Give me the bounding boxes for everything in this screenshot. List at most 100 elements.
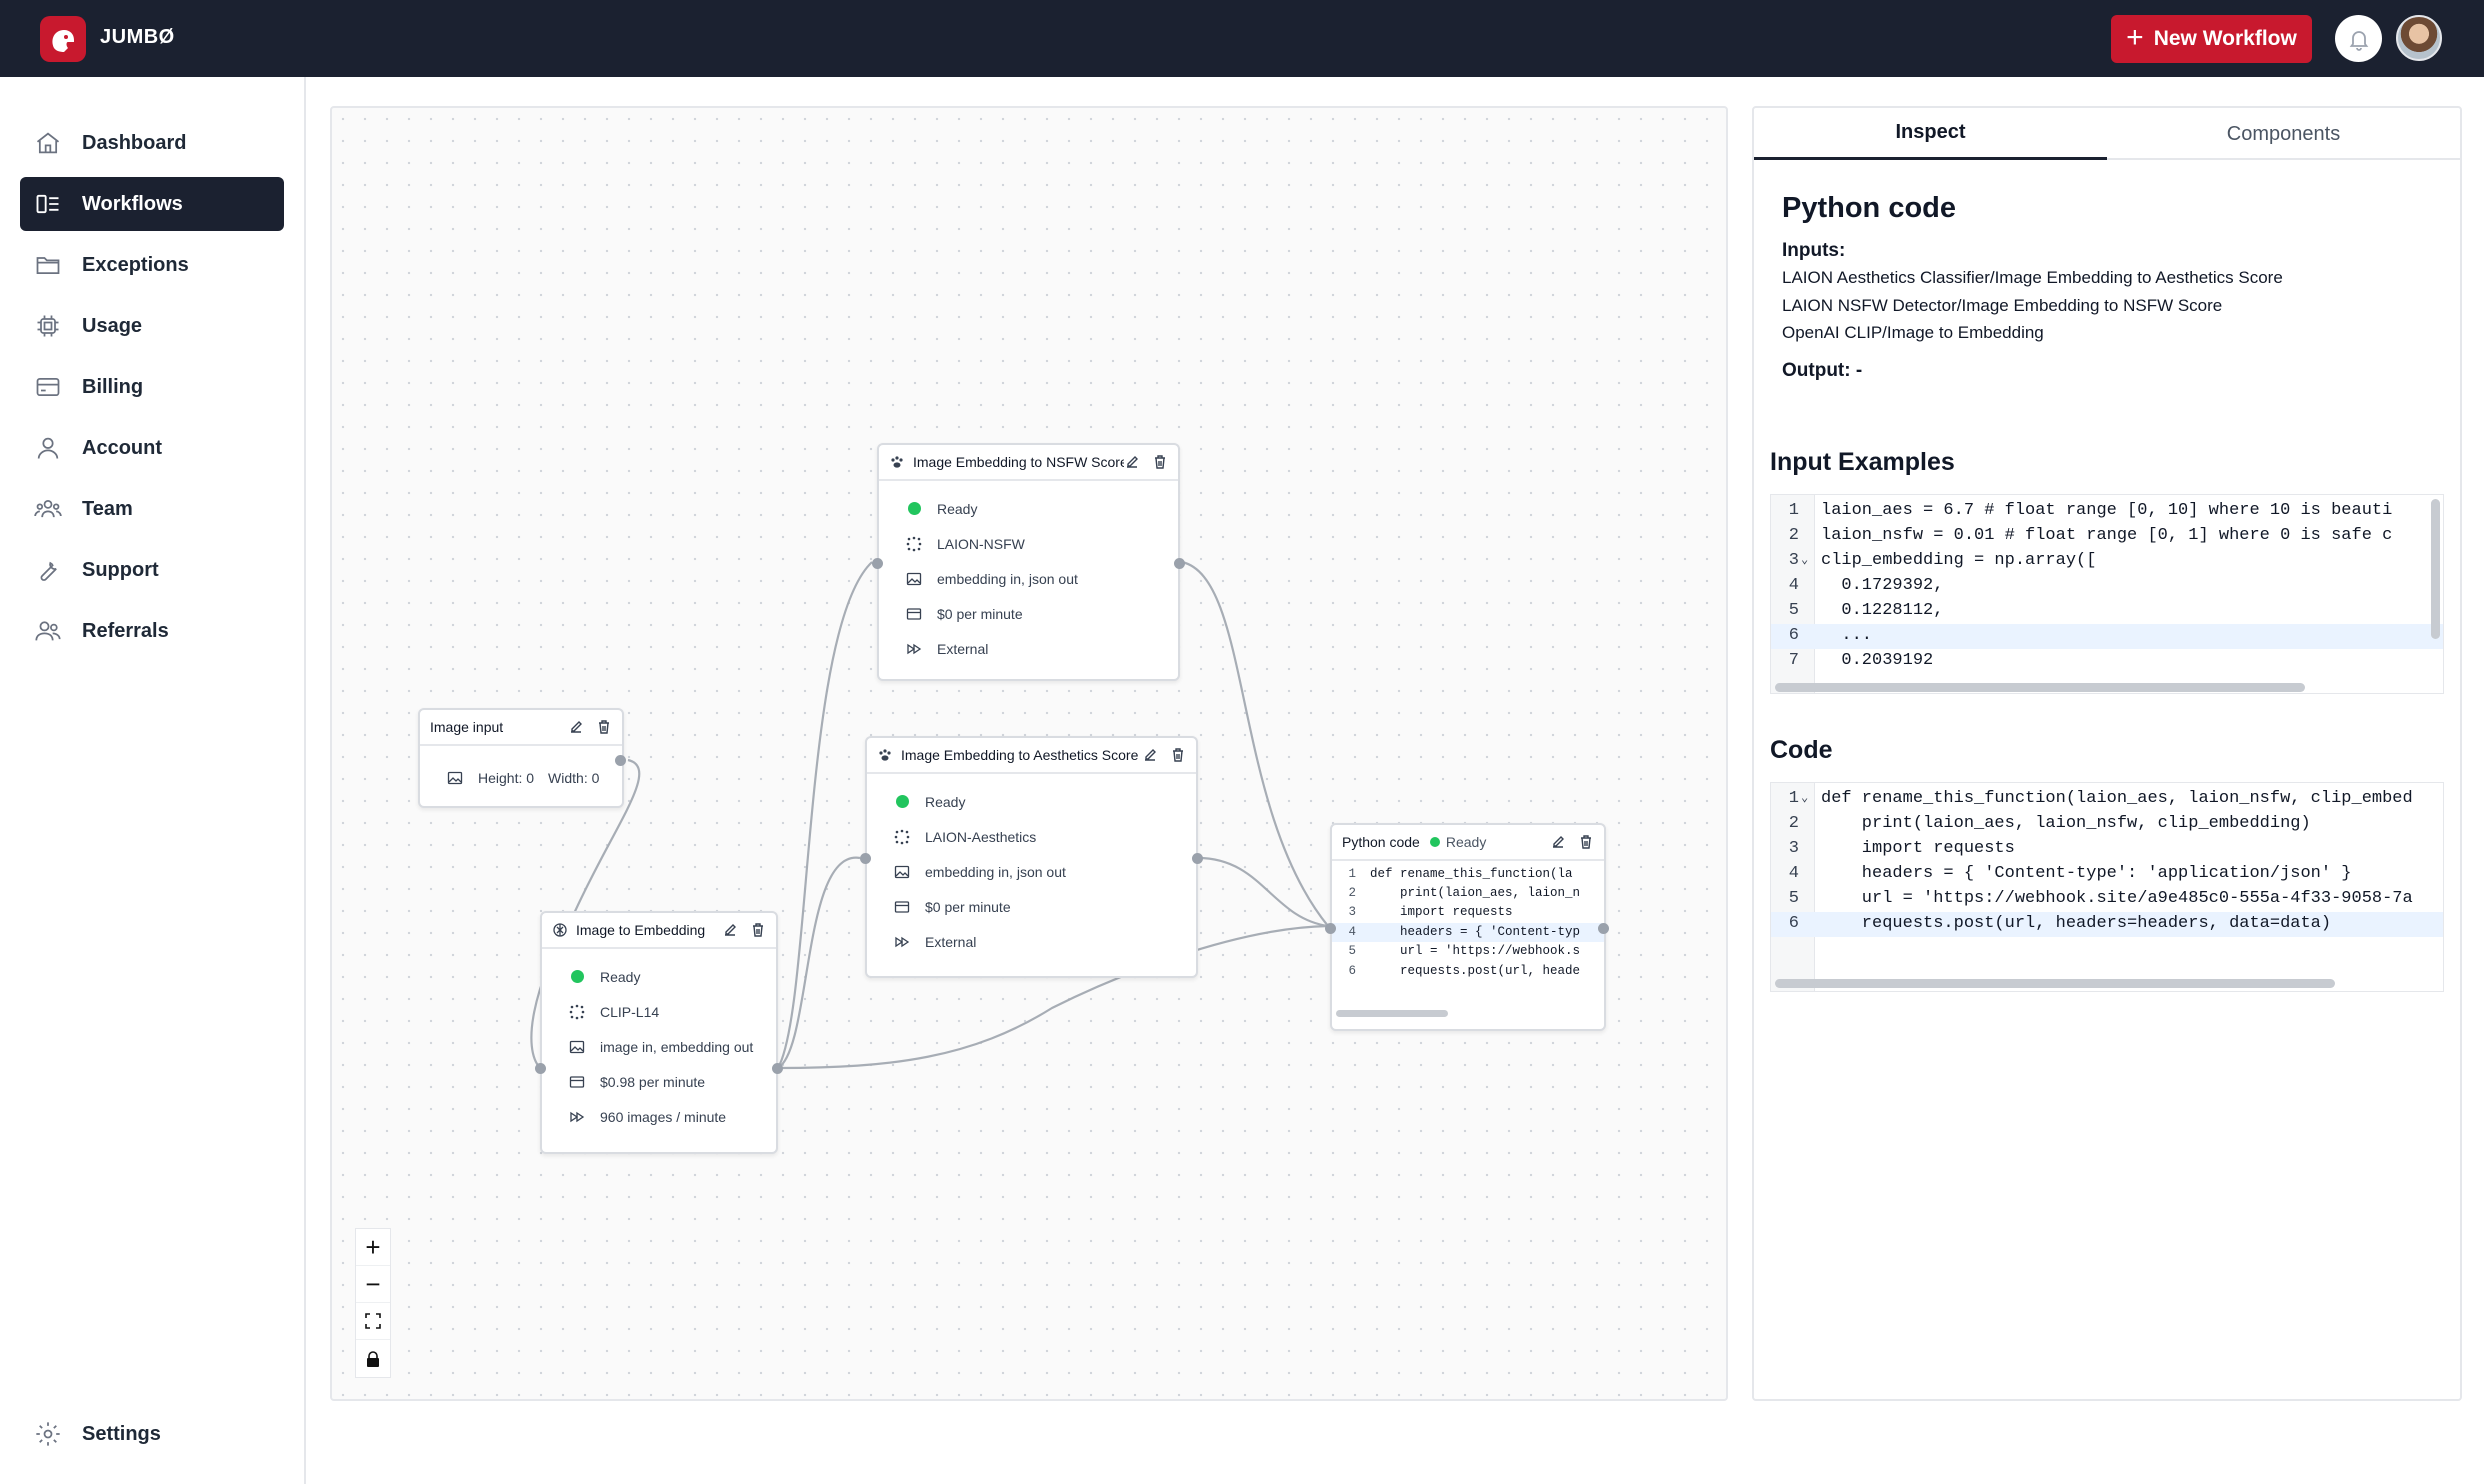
sidebar-item-settings[interactable]: Settings (20, 1407, 284, 1461)
tab-components[interactable]: Components (2107, 108, 2460, 160)
output-handle[interactable] (615, 755, 626, 766)
code-line: 0.1729392, (1821, 576, 1944, 595)
plus-icon: + (2126, 20, 2144, 54)
sidebar-item-workflows[interactable]: Workflows (20, 177, 284, 231)
output-handle[interactable] (1192, 853, 1203, 864)
input-examples-editor[interactable]: 1 laion_aes = 6.7 # float range [0, 10] w… (1770, 494, 2444, 694)
zoom-in-button[interactable]: + (356, 1229, 390, 1266)
node-title: Image input (430, 719, 504, 735)
node-speed: External (925, 933, 977, 950)
edit-icon[interactable] (1124, 454, 1140, 470)
output-handle[interactable] (772, 1063, 783, 1074)
input-item: LAION NSFW Detector/Image Embedding to N… (1782, 296, 2223, 315)
sidebar: Dashboard Workflows Exceptions Usage Bil… (0, 77, 306, 1484)
fold-chevron-icon[interactable]: ⌄ (1801, 790, 1808, 805)
tab-inspect[interactable]: Inspect (1754, 108, 2107, 160)
status-ready-icon (568, 968, 586, 986)
code-line: headers = { 'Content-type': 'application… (1821, 864, 2352, 883)
jumbo-logo-icon[interactable] (40, 16, 86, 62)
sidebar-item-label: Dashboard (82, 131, 187, 154)
node-title: Image Embedding to Aesthetics Score (901, 747, 1139, 763)
trash-icon[interactable] (596, 719, 612, 735)
trash-icon[interactable] (750, 922, 766, 938)
edit-icon[interactable] (1142, 747, 1158, 763)
node-speed: 960 images / minute (600, 1108, 727, 1125)
edge-aesthetics-to-python (1197, 856, 1329, 928)
new-workflow-button[interactable]: + New Workflow (2111, 15, 2312, 63)
image-width: Width: 0 (548, 769, 600, 786)
horizontal-scrollbar[interactable] (1775, 979, 2335, 988)
user-avatar[interactable] (2396, 15, 2442, 61)
node-header: Image input (420, 710, 622, 746)
sidebar-item-exceptions[interactable]: Exceptions (20, 238, 284, 292)
sidebar-item-label: Billing (82, 375, 144, 398)
workflow-canvas[interactable]: Image Embedding to NSFW Score Ready LAIO… (330, 106, 1728, 1401)
node-title: Python code (1342, 834, 1420, 850)
notification-bell-icon[interactable] (2335, 15, 2382, 62)
model-icon (568, 1003, 586, 1021)
edit-icon[interactable] (1550, 834, 1566, 850)
node-header: Image Embedding to NSFW Score (879, 445, 1178, 481)
status-ready-icon (893, 793, 911, 811)
output-label: Output: - (1782, 360, 1863, 381)
credit-card-icon (32, 371, 64, 403)
vertical-scrollbar[interactable] (2431, 499, 2440, 639)
zoom-out-button[interactable]: − (356, 1266, 390, 1303)
sidebar-item-support[interactable]: Support (20, 543, 284, 597)
horizontal-scrollbar[interactable] (1336, 1010, 1448, 1017)
code-line: laion_nsfw = 0.01 # float range [0, 1] w… (1821, 526, 2393, 545)
sidebar-item-billing[interactable]: Billing (20, 360, 284, 414)
sidebar-item-referrals[interactable]: Referrals (20, 604, 284, 658)
input-handle[interactable] (535, 1063, 546, 1074)
trash-icon[interactable] (1578, 834, 1594, 850)
code-line: import requests (1370, 905, 1513, 919)
node-status: Ready (600, 968, 641, 985)
edit-icon[interactable] (722, 922, 738, 938)
image-icon (568, 1038, 586, 1056)
input-handle[interactable] (1325, 923, 1336, 934)
node-io: image in, embedding out (600, 1038, 754, 1055)
input-handle[interactable] (872, 558, 883, 569)
node-io: embedding in, json out (925, 863, 1066, 880)
status-ready-icon (1429, 837, 1440, 847)
panel-title: Python code (1782, 192, 1957, 224)
node-image-input[interactable]: Image input Height: 0 Width: 0 (418, 708, 626, 808)
node-nsfw-score[interactable]: Image Embedding to NSFW Score Ready LAIO… (872, 443, 1185, 681)
node-image-to-embedding[interactable]: Image to Embedding Ready CLIP-L14 image … (535, 911, 783, 1154)
input-handle[interactable] (860, 853, 871, 864)
sidebar-item-label: Usage (82, 314, 143, 337)
edge-embedding-to-aesthetics (777, 856, 861, 1069)
code-line: print(laion_aes, laion_nsfw, clip_embedd… (1821, 814, 2311, 833)
credit-card-icon (905, 605, 923, 623)
fast-forward-icon (893, 933, 911, 951)
image-icon (905, 570, 923, 588)
wrench-icon (32, 554, 64, 586)
code-editor[interactable]: 1 ⌄ def rename_this_function(laion_aes, la… (1770, 782, 2444, 992)
openai-icon (552, 922, 568, 938)
lock-icon[interactable] (356, 1340, 390, 1377)
node-python-code[interactable]: Python code Ready 123456 def rename_this… (1325, 823, 1609, 1031)
sidebar-item-team[interactable]: Team (20, 482, 284, 536)
node-status: Ready (925, 793, 966, 810)
fit-view-icon[interactable] (356, 1303, 390, 1340)
node-price: $0 per minute (925, 898, 1011, 915)
output-handle[interactable] (1174, 558, 1185, 569)
sidebar-item-label: Workflows (82, 192, 183, 215)
edit-icon[interactable] (568, 719, 584, 735)
status-ready-icon (905, 500, 923, 518)
sidebar-item-dashboard[interactable]: Dashboard (20, 116, 284, 170)
sidebar-item-account[interactable]: Account (20, 421, 284, 475)
inspect-panel: Inspect Components Python code Inputs: L… (1752, 106, 2462, 1401)
sidebar-item-usage[interactable]: Usage (20, 299, 284, 353)
trash-icon[interactable] (1170, 747, 1186, 763)
node-aesthetics-score[interactable]: Image Embedding to Aesthetics Score Read… (860, 736, 1203, 978)
team-icon (32, 493, 64, 525)
output-handle[interactable] (1598, 923, 1609, 934)
input-examples-heading: Input Examples (1770, 448, 1955, 476)
credit-card-icon (893, 898, 911, 916)
node-code-preview[interactable]: 123456 def rename_this_function(la print… (1332, 865, 1604, 1005)
horizontal-scrollbar[interactable] (1775, 683, 2305, 692)
top-bar: JUMBØ + New Workflow (0, 0, 2484, 77)
fold-chevron-icon[interactable]: ⌄ (1801, 552, 1808, 567)
trash-icon[interactable] (1152, 454, 1168, 470)
